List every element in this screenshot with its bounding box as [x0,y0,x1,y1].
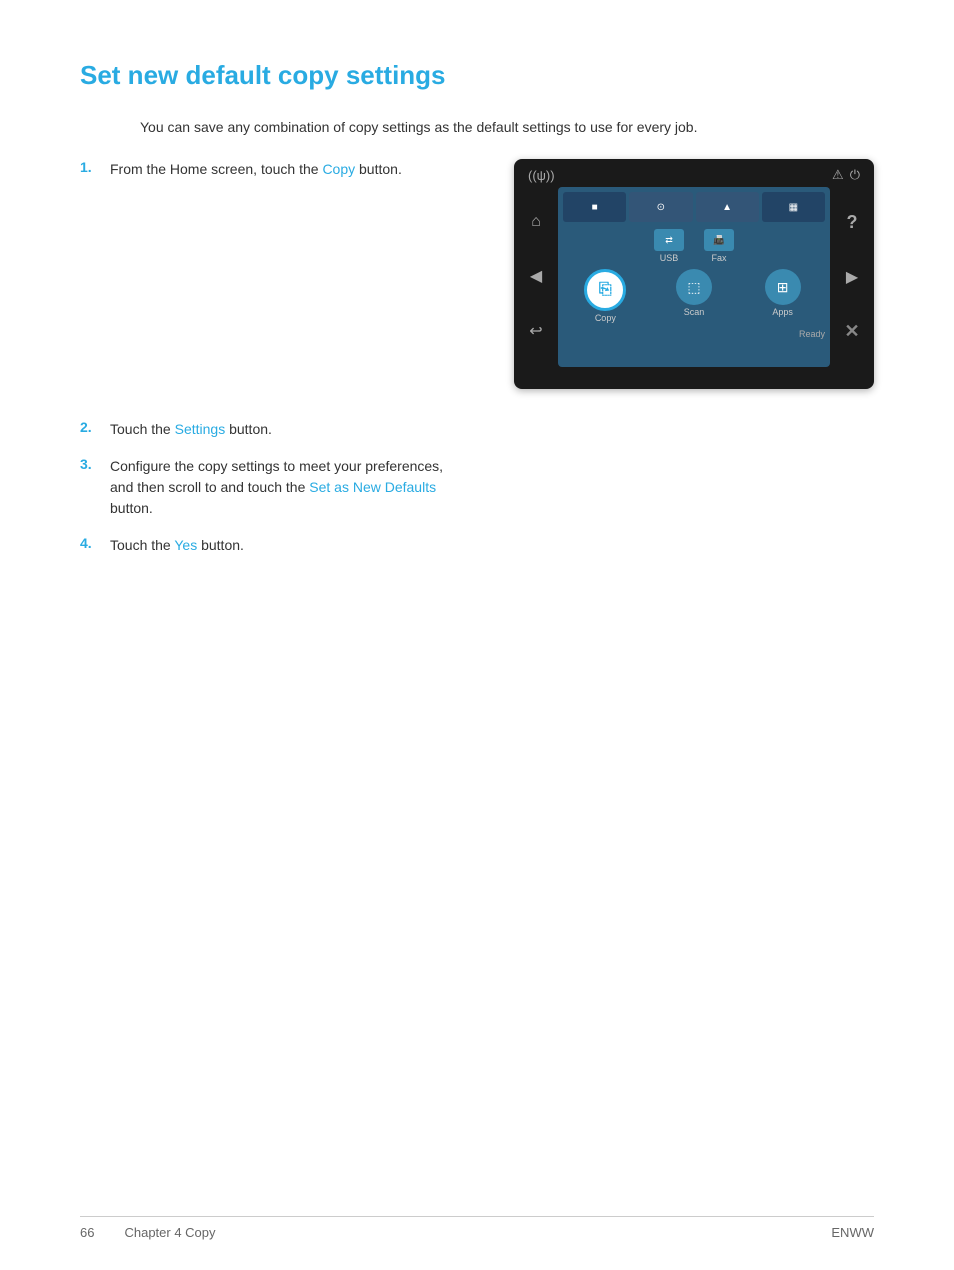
apps-icon: ⊞ [777,279,789,296]
wifi-icon: ((ψ)) [528,168,555,183]
screen-icon-3: ▲ [696,192,759,222]
step-3-link: Set as New Defaults [309,479,436,495]
step-2-number: 2. [80,419,110,435]
cancel-button[interactable]: ✕ [844,321,859,342]
scan-icon: ⬚ [687,279,700,296]
fax-icon: 📠 [713,235,724,246]
steps-section: 2. Touch the Settings button. 3. Configu… [80,419,874,556]
printer-top-bar: ((ψ)) ⚠ ⏻ [514,159,874,187]
warning-icon: ⚠ [832,167,844,183]
usb-icon: ⇄ [665,235,673,246]
screen-icon-4: ▦ [762,192,825,222]
right-arrow-button[interactable]: ▶ [846,267,858,287]
step-4-text-after: button. [197,537,244,553]
footer-page-number: 66 [80,1225,94,1240]
footer-left: 66 Chapter 4 Copy [80,1225,216,1240]
printer-body: ⌂ ◀ ↩ ■ ⊙ ▲ ▦ [514,187,874,367]
center-screen: ■ ⊙ ▲ ▦ ⇄ USB [558,187,830,367]
step-4: 4. Touch the Yes button. [80,535,874,556]
page-title: Set new default copy settings [80,60,874,91]
step-1-container: 1. From the Home screen, touch the Copy … [80,159,874,389]
scan-item: ⬚ Scan [652,269,737,323]
ready-status: Ready [558,327,830,341]
home-button[interactable]: ⌂ [531,213,541,231]
apps-item: ⊞ Apps [740,269,825,323]
usb-label: USB [660,253,679,263]
apps-label: Apps [772,307,793,317]
step-4-text-before: Touch the [110,537,174,553]
step-3-text-after: button. [110,500,153,516]
step-1-text: From the Home screen, touch the Copy but… [110,159,474,180]
step-3: 3. Configure the copy settings to meet y… [80,456,874,519]
screen-icon-1: ■ [563,192,626,222]
step-4-number: 4. [80,535,110,551]
help-button[interactable]: ? [847,212,858,233]
step-1-text-before: From the Home screen, touch the [110,161,322,177]
copy-label: Copy [595,313,616,323]
step-1-text-after: button. [355,161,402,177]
screen-bottom-row: ⎘ Copy ⬚ Scan [558,265,830,327]
intro-text: You can save any combination of copy set… [140,119,874,135]
step-2-text-before: Touch the [110,421,175,437]
back-arrow-button[interactable]: ◀ [530,266,542,286]
step-3-number: 3. [80,456,110,472]
step-2-text-after: button. [225,421,272,437]
step-2-link: Settings [175,421,226,437]
step-3-text: Configure the copy settings to meet your… [110,456,450,519]
footer-right: ENWW [831,1225,874,1240]
screen-icon-2: ⊙ [629,192,692,222]
step-2-text: Touch the Settings button. [110,419,874,440]
copy-item: ⎘ Copy [563,269,648,323]
printer-screen-image: ((ψ)) ⚠ ⏻ ⌂ ◀ ↩ [514,159,874,389]
top-right-icons: ⚠ ⏻ [832,167,860,183]
step-2: 2. Touch the Settings button. [80,419,874,440]
left-panel: ⌂ ◀ ↩ [514,187,558,367]
step-4-link: Yes [174,537,197,553]
power-icon: ⏻ [850,167,860,183]
printer-screen: ((ψ)) ⚠ ⏻ ⌂ ◀ ↩ [514,159,874,389]
footer: 66 Chapter 4 Copy ENWW [80,1216,874,1240]
step-1-link: Copy [322,161,355,177]
return-button[interactable]: ↩ [529,321,542,341]
step-4-text: Touch the Yes button. [110,535,874,556]
fax-label: Fax [711,253,726,263]
copy-icon-highlighted: ⎘ [584,269,626,311]
right-panel: ? ▶ ✕ [830,187,874,367]
copy-symbol: ⎘ [599,281,612,299]
scan-label: Scan [684,307,705,317]
step-1-number: 1. [80,159,110,175]
footer-chapter: Chapter 4 Copy [124,1225,215,1240]
step-1: 1. From the Home screen, touch the Copy … [80,159,474,180]
screen-top-icons: ■ ⊙ ▲ ▦ [558,187,830,227]
